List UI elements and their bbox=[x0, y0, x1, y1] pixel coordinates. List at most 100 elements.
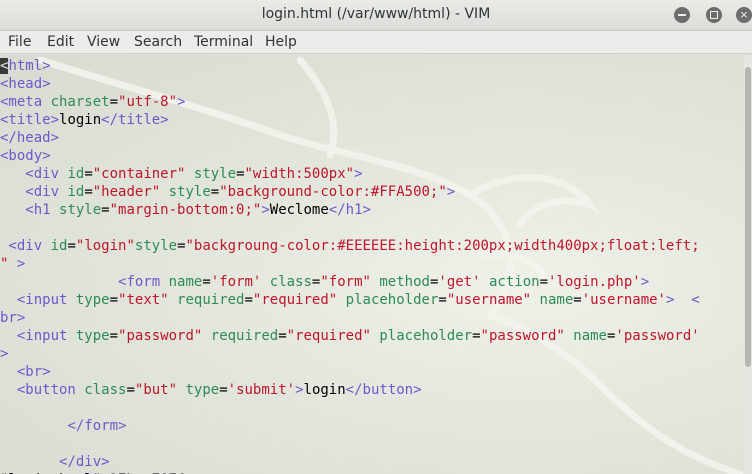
code-token: = bbox=[202, 274, 211, 290]
code-line: <input type="text" required="required" p… bbox=[0, 291, 752, 309]
code-token: = bbox=[236, 166, 245, 182]
code-token: type bbox=[75, 328, 110, 344]
code-token: "container" bbox=[92, 166, 186, 182]
code-token: 'username' bbox=[581, 292, 666, 308]
code-token: 'get' bbox=[438, 274, 481, 290]
code-token: type bbox=[185, 382, 220, 398]
code-token: style bbox=[168, 184, 211, 200]
code-token: <div bbox=[8, 238, 51, 254]
code-token: </title> bbox=[101, 112, 169, 128]
code-token: "but" bbox=[134, 382, 178, 398]
code-token: "required" bbox=[252, 292, 338, 308]
code-token: style bbox=[193, 166, 237, 182]
maximize-icon bbox=[710, 11, 718, 19]
code-token: <button bbox=[16, 382, 85, 398]
terminal-editor-area[interactable]: <html> <head> <meta charset="utf-8"> <title… bbox=[0, 55, 752, 474]
code-token: action bbox=[488, 274, 540, 290]
code-token: > bbox=[446, 184, 456, 200]
code-token: <br> bbox=[16, 364, 51, 380]
code-token: = bbox=[84, 166, 93, 182]
menu-help[interactable]: Help bbox=[265, 34, 297, 50]
code-token: <input bbox=[16, 292, 76, 308]
scrollbar-thumb[interactable] bbox=[745, 67, 751, 367]
code-line: br> bbox=[0, 309, 752, 327]
code-token: "width:500px" bbox=[244, 166, 355, 182]
code-token: </h1> bbox=[328, 202, 371, 218]
code-token: = bbox=[472, 328, 481, 344]
code-line: <button class="but" type='submit'>login<… bbox=[0, 381, 752, 399]
minimize-button[interactable] bbox=[674, 7, 690, 23]
code-token: charset bbox=[50, 94, 110, 110]
code-line: <title>login</title> bbox=[0, 111, 752, 129]
code-token: > bbox=[16, 256, 26, 272]
code-token: = bbox=[67, 238, 76, 254]
code-token: "form" bbox=[320, 274, 371, 290]
code-token: class bbox=[84, 382, 127, 398]
code-token: type bbox=[75, 292, 110, 308]
menu-search[interactable]: Search bbox=[134, 34, 182, 50]
menu-edit[interactable]: Edit bbox=[47, 34, 74, 50]
code-token: login bbox=[59, 112, 102, 128]
code-token: id bbox=[50, 238, 68, 254]
code-token: > bbox=[354, 166, 363, 182]
code-line: <input type="password" required="require… bbox=[0, 327, 752, 345]
code-token: <head> bbox=[0, 76, 51, 92]
close-button[interactable]: × bbox=[736, 7, 752, 23]
code-token: <form bbox=[118, 274, 169, 290]
code-token: <h1 bbox=[25, 202, 60, 218]
maximize-button[interactable] bbox=[706, 7, 722, 23]
code-token: id bbox=[67, 184, 85, 200]
code-token: "header" bbox=[92, 184, 161, 200]
code-token: = bbox=[573, 292, 582, 308]
code-token: "backgroung-color:#EEEEEE:height:200px;w… bbox=[185, 238, 700, 254]
code-token: = bbox=[109, 328, 119, 344]
code-token: login bbox=[303, 382, 346, 398]
code-token: name bbox=[573, 328, 607, 344]
minimize-icon bbox=[678, 14, 686, 16]
code-token: = bbox=[244, 292, 253, 308]
code-token: < bbox=[691, 292, 700, 308]
code-token: <title> bbox=[0, 112, 60, 128]
code-token: "background-color:#FFA500;" bbox=[219, 184, 447, 200]
code-token: placeholder bbox=[345, 292, 439, 308]
menu-terminal[interactable]: Terminal bbox=[194, 34, 253, 50]
code-line: > bbox=[0, 345, 752, 363]
code-token: = bbox=[539, 274, 548, 290]
code-token: method bbox=[379, 274, 430, 290]
code-line: </form> bbox=[0, 417, 752, 435]
menu-file[interactable]: File bbox=[8, 34, 31, 50]
code-token: 'form' bbox=[210, 274, 262, 290]
code-buffer[interactable]: <html> <head> <meta charset="utf-8"> <title… bbox=[0, 57, 752, 474]
code-token: <div bbox=[25, 166, 68, 182]
code-token: = bbox=[84, 184, 93, 200]
code-line: " > bbox=[0, 255, 752, 273]
code-token: = bbox=[109, 292, 119, 308]
code-token: "login" bbox=[75, 238, 135, 254]
code-token: > bbox=[261, 202, 270, 218]
code-token: </form> bbox=[67, 418, 127, 434]
code-token: "password" bbox=[480, 328, 565, 344]
code-token: = bbox=[278, 328, 287, 344]
vertical-scrollbar[interactable] bbox=[744, 55, 752, 474]
code-token: "text" bbox=[118, 292, 169, 308]
code-token: = bbox=[126, 382, 135, 398]
menu-view[interactable]: View bbox=[87, 34, 120, 50]
code-token: name bbox=[168, 274, 203, 290]
code-line: <html> bbox=[0, 57, 752, 75]
code-line: <br> bbox=[0, 363, 752, 381]
code-line: </div> bbox=[0, 453, 752, 471]
code-token: </head> bbox=[0, 130, 60, 146]
